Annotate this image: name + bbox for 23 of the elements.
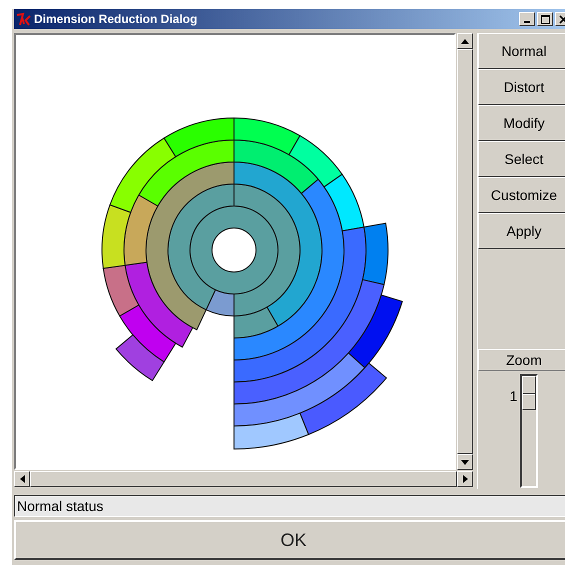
ok-button[interactable]: OK [14, 520, 565, 560]
minimize-button[interactable] [519, 12, 535, 26]
side-button[interactable]: Apply [478, 213, 565, 249]
slider-thumb[interactable] [522, 376, 536, 410]
side-button[interactable]: Normal [478, 33, 565, 69]
right-arrow-icon [462, 475, 468, 483]
zoom-label: Zoom [478, 349, 565, 371]
horizontal-scrollbar[interactable] [14, 471, 473, 487]
side-button[interactable]: Select [478, 141, 565, 177]
maximize-button[interactable] [537, 12, 553, 26]
side-button[interactable]: Modify [478, 105, 565, 141]
side-button[interactable]: Customize [478, 177, 565, 213]
zoom-slider[interactable] [520, 374, 538, 488]
close-icon [558, 14, 565, 24]
vertical-scrollbar[interactable] [457, 33, 473, 470]
up-arrow-icon [461, 38, 469, 44]
side-button[interactable]: Distort [478, 69, 565, 105]
window-title: Dimension Reduction Dialog [34, 12, 198, 26]
down-arrow-icon [461, 460, 469, 464]
left-arrow-icon [20, 475, 24, 483]
status-field: Normal status [14, 495, 565, 517]
maximize-icon [540, 14, 550, 24]
zoom-value: 1 [510, 388, 518, 406]
